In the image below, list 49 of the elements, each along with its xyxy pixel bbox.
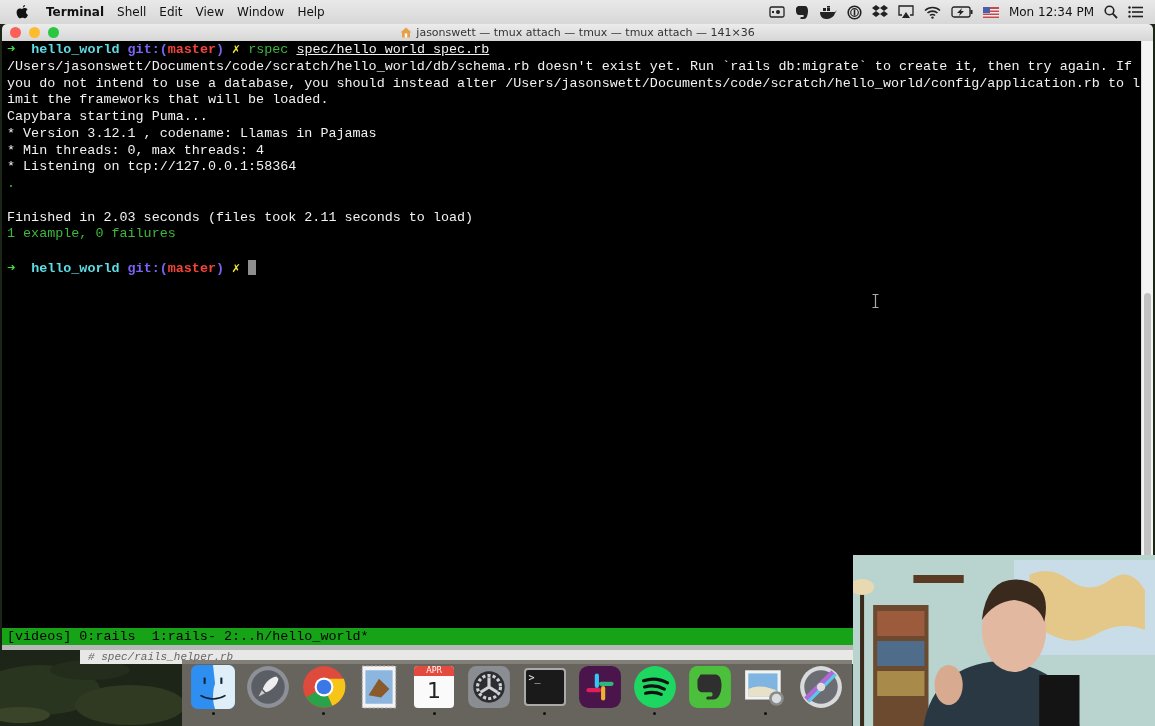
terminal-line: ➜ hello_world git:(master) ✗ (7, 259, 257, 278)
terminal-icon[interactable]: >_ (523, 668, 566, 706)
menu-item[interactable]: Shell (117, 5, 147, 19)
scroll-thumb[interactable] (1144, 293, 1151, 555)
terminal-line: 1 example, 0 failures (7, 226, 176, 243)
terminal-line: ➜ hello_world git:(master) ✗ rspec spec/hello_world_spec.rb (7, 42, 490, 59)
flag-icon[interactable] (982, 6, 999, 18)
terminal-line: you do not intend to use a database, you should instead alter /Users/jasonswett/Documents/code/scratch/hello_world/config/application.rb to l (7, 75, 1141, 93)
clock[interactable]: Mon 12:34 PM (1008, 5, 1094, 19)
apple-icon[interactable] (16, 4, 29, 20)
calendar-month: APR (414, 666, 455, 676)
browser-icon[interactable] (300, 664, 347, 710)
text-cursor (248, 259, 257, 275)
sound-waves-icon[interactable] (631, 664, 678, 710)
terminal-line: * Version 3.12.1 , codename: Llamas in Pajamas (7, 125, 377, 143)
search-icon[interactable] (1104, 5, 1118, 19)
terminal-line: /Users/jasonswett/Documents/code/scratch/hello_world/db/schema.rb doesn't exist yet. Run `rails db:migrate` to create it, then try again. If (7, 58, 1132, 76)
terminal-line: * Min threads: 0, max threads: 4 (7, 142, 265, 160)
film-reel-icon[interactable] (797, 664, 844, 710)
airplay-icon[interactable] (897, 5, 914, 19)
whale-icon[interactable] (818, 5, 837, 19)
wifi-icon[interactable] (923, 5, 941, 19)
comment-text: # spec/rails_helper.rb (88, 651, 234, 663)
password-icon[interactable] (846, 4, 862, 20)
gear-icon[interactable] (466, 664, 513, 710)
status-text: [videos] 0:rails 1:rails- 2:..h/hello_world* (7, 629, 369, 644)
menu-item[interactable]: View (195, 5, 225, 19)
terminal-line: Finished in 2.03 seconds (files took 2.11 seconds to load) (7, 209, 474, 227)
calendar-icon[interactable]: APR 1 (414, 666, 455, 708)
terminal-line: . (7, 176, 16, 193)
menu-item[interactable]: Help (297, 5, 325, 19)
prompt-text: >_ (528, 672, 541, 683)
menu-icon[interactable] (1128, 6, 1143, 18)
terminal-line: Capybara starting Puma... (7, 109, 208, 126)
menu-item[interactable]: Window (237, 5, 285, 19)
terminal-line: imit the frameworks that will be loaded. (7, 92, 329, 109)
battery-icon[interactable] (950, 6, 973, 18)
text-cursor-icon (872, 294, 879, 308)
app-menu[interactable]: Terminal (46, 5, 105, 19)
camera-icon[interactable] (768, 6, 785, 18)
menu-item[interactable]: Edit (159, 5, 183, 19)
calendar-day: 1 (427, 676, 442, 706)
face-icon[interactable] (190, 664, 237, 710)
rocket-icon[interactable] (245, 664, 292, 710)
house-icon (400, 27, 413, 38)
scroll-bar[interactable] (1141, 41, 1153, 555)
terminal-line: * Listening on tcp://127.0.0.1:58364 (7, 159, 297, 176)
hash-icon[interactable] (576, 664, 623, 710)
window-title: jasonswett — tmux attach — tmux — tmux attach — 141×36 (416, 26, 755, 39)
